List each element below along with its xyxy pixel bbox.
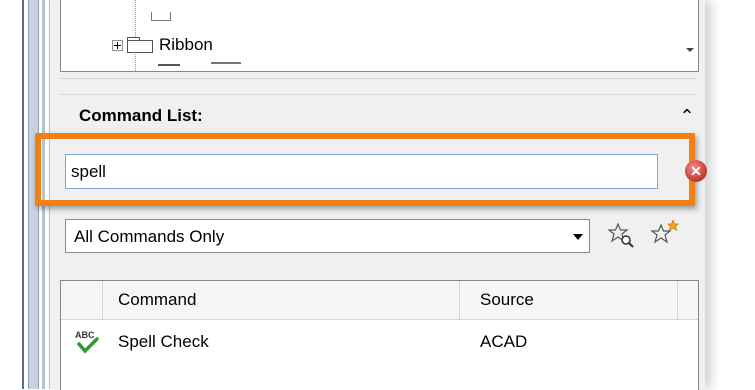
tree-item-label: Ribbon bbox=[159, 35, 213, 54]
chevron-down-icon bbox=[573, 234, 583, 240]
tree-item-icon bbox=[158, 64, 180, 71]
customize-panel: Ribbon Command List: ⌃ ✕ All Commands On… bbox=[35, 0, 707, 390]
column-divider[interactable] bbox=[459, 281, 460, 319]
folder-icon bbox=[127, 37, 153, 53]
section-title: Command List: bbox=[79, 106, 203, 125]
clear-search-icon[interactable]: ✕ bbox=[685, 160, 707, 182]
filter-selected-value: All Commands Only bbox=[74, 227, 225, 246]
command-table: Command Source ABC Spell Check ACAD bbox=[60, 280, 699, 390]
spell-check-icon: ABC bbox=[75, 330, 99, 354]
table-header: Command Source bbox=[61, 281, 698, 320]
left-frame-rail bbox=[42, 0, 45, 389]
column-divider bbox=[102, 281, 103, 319]
search-input[interactable] bbox=[65, 154, 658, 189]
column-header-source[interactable]: Source bbox=[480, 290, 534, 310]
tree-item-icon bbox=[151, 12, 171, 21]
svg-text:ABC: ABC bbox=[75, 330, 95, 340]
tree-item-ribbon[interactable]: Ribbon bbox=[112, 34, 213, 56]
left-frame-rail bbox=[28, 0, 39, 389]
left-frame-rail bbox=[22, 0, 24, 389]
divider bbox=[60, 78, 697, 79]
command-list-header: Command List: ⌃ bbox=[60, 94, 697, 133]
command-name: Spell Check bbox=[118, 332, 209, 351]
expand-icon[interactable] bbox=[112, 39, 123, 51]
tree-item-partial bbox=[211, 62, 241, 71]
table-row[interactable]: ABC Spell Check ACAD bbox=[61, 320, 698, 362]
collapse-icon[interactable]: ⌃ bbox=[679, 107, 695, 125]
command-source: ACAD bbox=[480, 332, 528, 351]
column-divider[interactable] bbox=[677, 281, 678, 319]
tree-scrollbar[interactable] bbox=[681, 0, 698, 71]
find-command-icon[interactable] bbox=[608, 222, 634, 248]
scroll-down-icon[interactable] bbox=[686, 48, 694, 52]
column-header-command[interactable]: Command bbox=[118, 290, 196, 310]
customizations-tree[interactable]: Ribbon bbox=[60, 0, 699, 72]
create-command-icon[interactable] bbox=[650, 220, 680, 248]
command-filter-dropdown[interactable]: All Commands Only bbox=[65, 219, 590, 253]
